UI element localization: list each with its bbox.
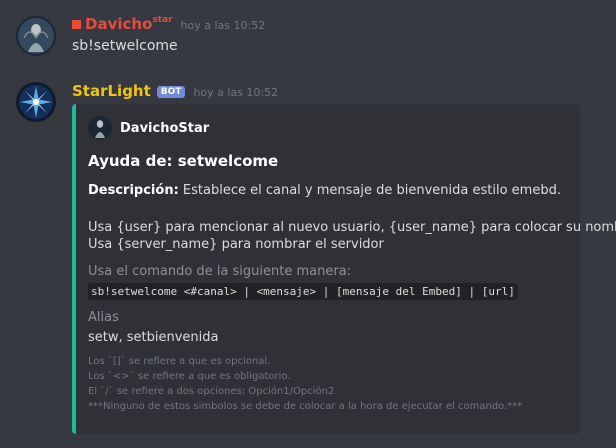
message-header: Davichostar hoy a las 10:52 xyxy=(72,15,265,33)
usage-line-1: Usa {user} para mencionar al nuevo usuar… xyxy=(88,220,616,235)
timestamp: hoy a las 10:52 xyxy=(193,86,279,99)
usage-field-name: Usa el comando de la siguiente manera: xyxy=(88,264,352,279)
usage-line-2: Usa {server_name} para nombrar el servid… xyxy=(88,237,384,252)
bot-tag-badge: BOT xyxy=(156,86,186,98)
user-avatar[interactable] xyxy=(16,16,56,56)
embed-author[interactable]: DavichoStar xyxy=(88,116,209,140)
embed-description: Descripción: Establece el canal y mensaj… xyxy=(88,183,561,198)
message-content: sb!setwelcome xyxy=(72,38,178,54)
star-avatar-icon xyxy=(16,82,56,122)
description-label: Descripción: xyxy=(88,183,179,198)
timestamp: hoy a las 10:52 xyxy=(180,19,266,32)
usage-field-value: sb!setwelcome <#canal> | <mensaje> | [me… xyxy=(88,283,518,300)
alias-field-name: Alias xyxy=(88,310,119,325)
username[interactable]: StarLight xyxy=(72,82,151,100)
usage-code: sb!setwelcome <#canal> | <mensaje> | [me… xyxy=(88,283,518,300)
alias-field-value: setw, setbienvenida xyxy=(88,330,219,345)
embed-author-avatar-icon xyxy=(88,116,112,140)
footer-line: Los `[]` se refiere a que es opcional. xyxy=(88,356,271,367)
embed-title: Ayuda de: setwelcome xyxy=(88,152,279,170)
help-embed: DavichoStar Ayuda de: setwelcome Descrip… xyxy=(72,104,616,434)
username[interactable]: Davichostar xyxy=(85,15,173,33)
embed-author-name: DavichoStar xyxy=(120,120,210,136)
avatar-image-icon xyxy=(16,16,56,56)
footer-line: El `/` se refiere a dos opciones: Opción… xyxy=(88,386,335,397)
role-color-icon xyxy=(72,20,81,29)
message-davicho: Davichostar hoy a las 10:52 sb!setwelcom… xyxy=(0,0,616,70)
footer-line: Los `<>` se refiere a que es obligatorio… xyxy=(88,371,291,382)
footer-line: ***Ninguno de estos simbolos se debe de … xyxy=(88,401,523,412)
description-text: Establece el canal y mensaje de bienveni… xyxy=(178,183,561,198)
bot-avatar[interactable] xyxy=(16,82,56,122)
message-header: StarLight BOT hoy a las 10:52 xyxy=(72,82,278,100)
